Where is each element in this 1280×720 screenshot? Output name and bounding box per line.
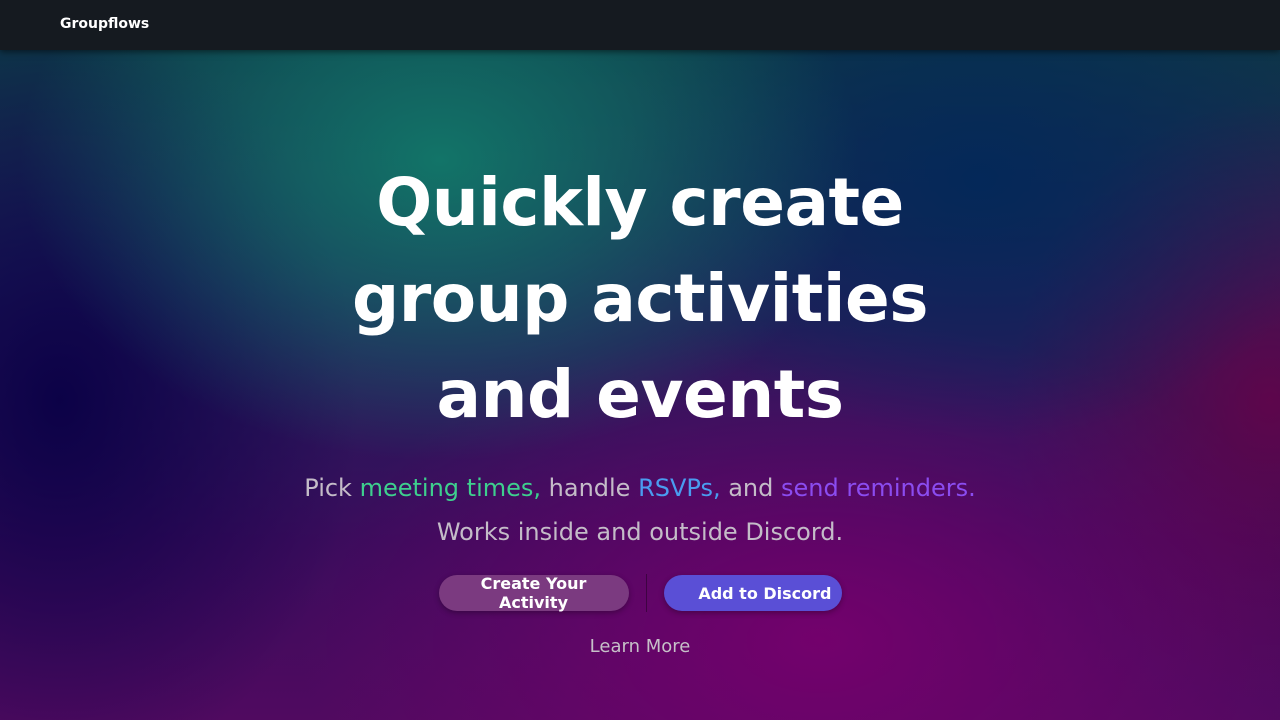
text-and: and (720, 474, 782, 502)
subtitle-line-2: Works inside and outside Discord. (436, 518, 844, 546)
highlight-rsvps: RSVPs, (638, 474, 721, 502)
text-pick: Pick (304, 474, 360, 502)
navbar: Groupflows (0, 0, 1280, 50)
hero-headline: Quickly create group activities and even… (0, 155, 1280, 443)
learn-more-link[interactable]: Learn More (590, 636, 691, 657)
brand-logo[interactable]: Groupflows (60, 16, 149, 32)
subtitle-line-1: Pick meeting times, handle RSVPs, and se… (0, 466, 1280, 510)
headline-line: and events (436, 356, 844, 433)
create-activity-button[interactable]: Create Your Activity (438, 574, 629, 612)
text-handle: handle (541, 474, 639, 502)
add-to-discord-button[interactable]: Add to Discord (663, 575, 842, 611)
highlight-meeting-times: meeting times, (359, 474, 542, 502)
highlight-send-reminders: send reminders. (781, 474, 976, 502)
headline-line: Quickly create (376, 164, 904, 241)
button-divider (645, 574, 647, 612)
hero-subtitle: Pick meeting times, handle RSVPs, and se… (0, 466, 1280, 554)
hero-section: Quickly create group activities and even… (0, 155, 1280, 657)
hero-actions: Create Your Activity Add to Discord (0, 574, 1280, 612)
headline-line: group activities (351, 260, 929, 337)
